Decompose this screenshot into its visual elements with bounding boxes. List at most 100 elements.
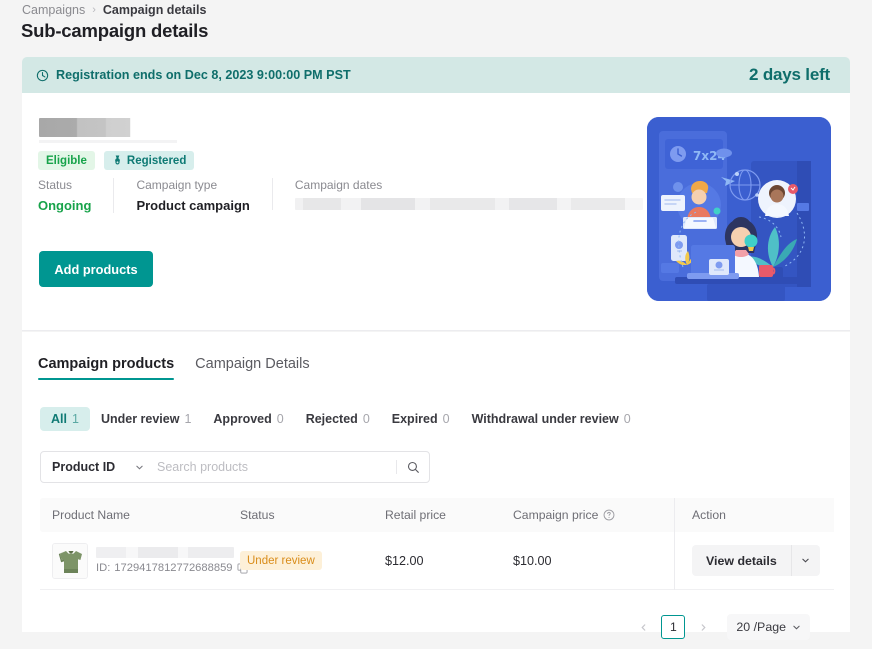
pagination-page-1[interactable]: 1 [661, 615, 686, 639]
filter-chip-rejected[interactable]: Rejected 0 [295, 407, 381, 431]
column-header-status: Status [240, 508, 275, 522]
breadcrumb-link-campaigns[interactable]: Campaigns [22, 3, 85, 17]
search-input[interactable] [153, 452, 396, 482]
filter-chip-withdrawal-under-review-count: 0 [623, 412, 631, 426]
filter-chip-rejected-label: Rejected [305, 412, 358, 426]
filter-chip-all-count: 1 [71, 412, 79, 426]
filter-chip-expired[interactable]: Expired 0 [381, 407, 461, 431]
pagination-prev-button[interactable] [631, 615, 655, 639]
meta-label-campaign-dates: Campaign dates [294, 178, 383, 192]
meta-status: Status Ongoing [38, 178, 113, 213]
search-icon [407, 461, 420, 474]
search-submit-button[interactable] [397, 452, 429, 482]
sub-campaign-details-page: Campaigns › Campaign details Sub-campaig… [0, 0, 872, 649]
status-badge: Under review [240, 551, 322, 571]
product-id-row: ID: 1729417812772688859 [96, 562, 248, 574]
cell-product-name: ID: 1729417812772688859 [40, 542, 248, 579]
meta-label-status: Status [38, 178, 73, 192]
tab-label-campaign-products: Campaign products [38, 356, 175, 372]
action-button-group: View details [692, 545, 820, 576]
search-field-select-value: Product ID [52, 460, 116, 474]
campaign-badges: Eligible Registered [38, 151, 195, 170]
filter-chip-approved-label: Approved [213, 412, 272, 426]
column-header-retail-price: Retail price [385, 508, 446, 522]
chevron-left-icon [639, 620, 648, 635]
action-column-separator [674, 498, 675, 590]
chevron-down-icon [801, 556, 810, 565]
meta-value-status: Ongoing [38, 198, 92, 213]
banner-message: Registration ends on Dec 8, 2023 9:00:00… [56, 68, 351, 82]
filter-chip-rejected-count: 0 [362, 412, 370, 426]
campaign-name-masked [39, 118, 146, 137]
badge-label-eligible: Eligible [46, 154, 87, 167]
campaign-price-value: $10.00 [513, 553, 552, 568]
clock-icon [36, 69, 49, 82]
filter-chip-approved[interactable]: Approved 0 [202, 407, 294, 431]
meta-campaign-dates: Campaign dates [271, 178, 665, 210]
filter-chip-under-review-label: Under review [100, 412, 180, 426]
green-tshirt-thumbnail[interactable] [52, 542, 88, 579]
status-filter-chips: All 1 Under review 1 Approved 0 Rejected… [40, 407, 642, 431]
tab-label-campaign-details: Campaign Details [195, 356, 310, 372]
status-badge-eligible: Eligible [38, 151, 95, 170]
product-search-bar: Product ID [40, 451, 430, 483]
page-title: Sub-campaign details [21, 20, 209, 41]
status-badge-registered: Registered [103, 151, 195, 170]
registration-deadline-banner: Registration ends on Dec 8, 2023 9:00:00… [22, 57, 850, 93]
page-size-select[interactable]: 20 /Page [727, 614, 810, 640]
cell-campaign-price: $10.00 [513, 552, 678, 570]
filter-chip-withdrawal-under-review[interactable]: Withdrawal under review 0 [461, 407, 642, 431]
product-id-value: 1729417812772688859 [114, 562, 233, 574]
filter-chip-all[interactable]: All 1 [40, 407, 90, 431]
view-details-button[interactable]: View details [692, 545, 791, 576]
tab-campaign-products[interactable]: Campaign products [38, 356, 175, 380]
campaign-name-masked-secondary [39, 140, 177, 143]
tab-campaign-details[interactable]: Campaign Details [195, 356, 309, 380]
team-collaboration-illustration: 7x24 [647, 117, 831, 301]
column-header-campaign-price: Campaign price [513, 508, 678, 522]
campaign-meta-row: Status Ongoing Campaign type Product cam… [38, 178, 665, 222]
pagination-next-button[interactable] [691, 615, 715, 639]
chevron-right-icon [699, 620, 708, 635]
chevron-down-icon [792, 623, 801, 632]
campaign-products-card: Campaign products Campaign Details All 1… [22, 332, 850, 640]
filter-chip-under-review[interactable]: Under review 1 [90, 407, 202, 431]
cell-status: Under review [240, 551, 385, 571]
table-header-row: Product Name Status Retail price Campaig… [40, 498, 834, 532]
meta-campaign-type: Campaign type Product campaign [113, 178, 271, 213]
filter-chip-expired-count: 0 [442, 412, 450, 426]
badge-label-registered: Registered [126, 154, 187, 167]
column-header-product-name: Product Name [52, 508, 130, 522]
filter-chip-expired-label: Expired [391, 412, 438, 426]
add-products-button[interactable]: Add products [39, 251, 153, 287]
column-header-campaign-price-label: Campaign price [513, 508, 599, 522]
column-header-action: Action [692, 508, 726, 522]
meta-value-campaign-dates-masked [294, 198, 643, 210]
breadcrumb-separator-icon: › [92, 4, 96, 16]
filter-chip-all-label: All [51, 412, 67, 426]
question-circle-icon[interactable] [603, 509, 615, 521]
countdown-label: 2 days left [749, 65, 830, 84]
product-name-masked [96, 547, 234, 558]
table-row: ID: 1729417812772688859 Under review $12… [40, 532, 834, 590]
retail-price-value: $12.00 [385, 553, 424, 568]
meta-value-campaign-type: Product campaign [136, 198, 250, 213]
banner-message-group: Registration ends on Dec 8, 2023 9:00:00… [36, 68, 351, 82]
filter-chip-approved-count: 0 [276, 412, 284, 426]
breadcrumb: Campaigns › Campaign details [22, 3, 206, 17]
breadcrumb-current: Campaign details [102, 3, 207, 17]
meta-label-campaign-type: Campaign type [136, 178, 218, 192]
campaign-summary-card: Eligible Registered Status Ongoing Campa… [22, 93, 850, 331]
action-dropdown-button[interactable] [791, 545, 820, 576]
search-field-select[interactable]: Product ID [41, 452, 153, 482]
cell-action: View details [678, 545, 834, 576]
medal-icon [112, 155, 123, 166]
filter-chip-withdrawal-under-review-label: Withdrawal under review [471, 412, 619, 426]
cell-retail-price: $12.00 [385, 552, 513, 570]
filter-chip-under-review-count: 1 [184, 412, 192, 426]
chevron-down-icon [135, 463, 144, 472]
content-tabs: Campaign products Campaign Details [38, 356, 310, 380]
pagination: 1 20 /Page [631, 614, 810, 640]
page-size-value: 20 /Page [736, 620, 786, 634]
products-table: Product Name Status Retail price Campaig… [40, 498, 834, 590]
